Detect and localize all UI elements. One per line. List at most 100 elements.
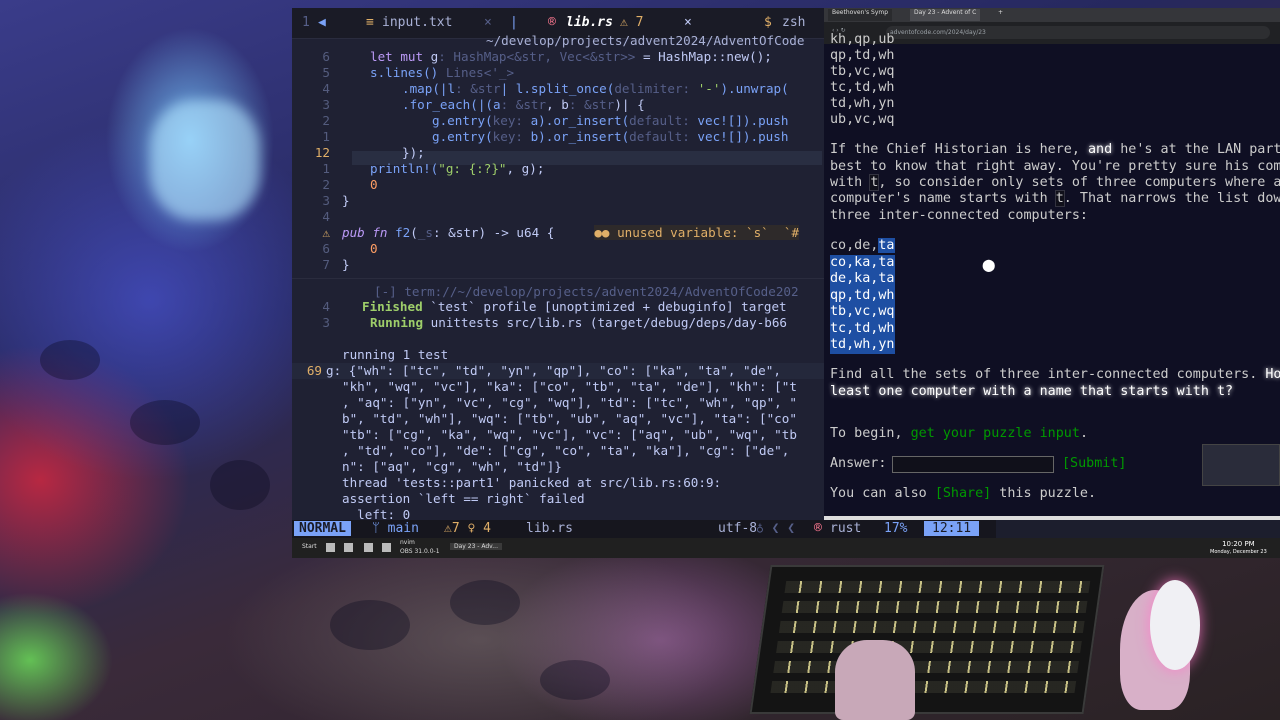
selected-code-line: qp,td,wh — [830, 288, 895, 305]
mode-indicator: NORMAL — [294, 521, 351, 536]
split-divider — [292, 278, 824, 279]
terminal-icon[interactable] — [344, 543, 353, 552]
new-tab-icon[interactable]: + — [994, 9, 1007, 21]
filetype-icons: ♁ ❮ ❮ — [756, 521, 796, 536]
browser-tabbar: Beethoven's Symp Day 23 - Advent of C + — [824, 8, 1280, 22]
statusline-right: ♁ ❮ ❮ ® rust 17% 12:11 — [756, 520, 996, 538]
paragraph-line: If the Chief Historian is here, and he's… — [830, 142, 1280, 157]
taskbar-app-obs[interactable]: OBS 31.0.0-1 — [400, 548, 440, 555]
paragraph-line: computer's name starts with t. That narr… — [830, 190, 1280, 207]
paragraph-line: three inter-connected computers: — [830, 208, 1088, 223]
rug-texture — [130, 400, 200, 445]
tab-number: 1 — [302, 15, 310, 30]
selected-code-line: td,wh,yn — [830, 337, 895, 354]
app-icon[interactable] — [382, 543, 391, 552]
code-line: 6 let mut g: HashMap<&str, Vec<&str>> = H… — [322, 49, 772, 64]
code-line: 4 .map(|l: &str| l.split_once(delimiter: … — [322, 81, 789, 96]
code-line: 2 g.entry(key: a).or_insert(default: vec!… — [322, 113, 789, 128]
output-line: "tb": ["cg", "ka", "wq", "vc"], "vc": ["… — [342, 427, 797, 442]
rust-icon: ® — [814, 521, 822, 536]
close-icon[interactable]: × — [484, 15, 492, 30]
rug-texture — [540, 660, 610, 700]
browser-icon[interactable] — [364, 543, 373, 552]
url-input[interactable]: adventofcode.com/2024/day/23 — [886, 26, 1270, 39]
taskbar: Start nvim OBS 31.0.0-1 Day 23 - Adv... … — [292, 538, 1280, 558]
taskbar-app-nvim[interactable]: nvim — [400, 539, 415, 546]
diagnostic-warning: ●● unused variable: `s` `# — [594, 225, 800, 240]
left-hand — [835, 640, 915, 720]
selected-code-line: tb,vc,wq — [830, 304, 895, 321]
paragraph-line: Find all the sets of three inter-connect… — [830, 367, 1280, 382]
encoding: utf-8 — [718, 521, 758, 536]
output-line-current: 69 g: {"wh": ["tc", "td", "yn", "qp"], "c… — [292, 363, 824, 379]
code-line: 1 println!("g: {:?}", g); — [322, 161, 545, 176]
selected-code-line: co,ka,ta — [830, 255, 895, 272]
output-line: 3 Running unittests src/lib.rs (target/de… — [322, 315, 788, 330]
back-icon[interactable]: ◀ — [318, 15, 326, 30]
tab-input-txt[interactable]: input.txt — [382, 15, 452, 30]
close-icon[interactable]: × — [684, 15, 692, 30]
diagnostics-count: ⚠7 ♀ 4 — [444, 521, 491, 536]
share-link[interactable]: [Share] — [935, 486, 991, 501]
code-line: 4 — [322, 209, 330, 224]
browser-tab[interactable]: Beethoven's Symp — [828, 9, 893, 21]
explorer-icon[interactable] — [326, 543, 335, 552]
output-line: running 1 test — [342, 347, 449, 362]
clock-date: Monday, December 23 — [1210, 549, 1267, 555]
rug-texture — [40, 340, 100, 380]
output-line: thread 'tests::part1' panicked at src/li… — [342, 475, 722, 490]
paragraph-line: least one computer with a name that star… — [830, 384, 1234, 399]
tab-separator: | — [510, 15, 518, 30]
path-breadcrumb: ~/develop/projects/advent2024/AdventOfCo… — [486, 33, 805, 48]
output-line: 4 Finished `test` profile [unoptimized + … — [322, 299, 787, 314]
light-glow — [150, 100, 260, 220]
tab-lib-rs[interactable]: lib.rs — [566, 15, 613, 30]
terminal-window: 1 ◀ ≡ input.txt × | ® lib.rs ⚠ 7 × $ zsh… — [292, 8, 824, 538]
output-line: assertion `left == right` failed — [342, 491, 585, 506]
clock-time: 10:20 PM — [1222, 540, 1255, 548]
code-line: tb,vc,wq — [830, 64, 895, 79]
mouse-cursor-icon: ⬤ — [982, 258, 996, 272]
term-header: [-] term://~/develop/projects/advent2024… — [374, 284, 799, 299]
code-line: 7} — [322, 257, 350, 272]
submit-button[interactable]: [Submit] — [1062, 456, 1127, 473]
selected-code-line: de,ka,ta — [830, 271, 895, 288]
tab-warning-count: ⚠ 7 — [620, 15, 644, 30]
output-line: "kh", "wq", "vc"], "ka": ["co", "tb", "t… — [342, 379, 797, 394]
code-line: tc,td,wh — [830, 80, 895, 95]
code-line: 3 .for_each(|(a: &str, b: &str)| { — [322, 97, 645, 112]
output-line: b", "td", "wh"], "wq": ["tb", "ub", "aq"… — [342, 411, 797, 426]
git-branch: ᛘ main — [372, 521, 419, 536]
preview-thumbnail — [1202, 444, 1280, 486]
rug-texture — [330, 600, 410, 650]
rug-texture — [210, 460, 270, 510]
rug-texture — [450, 580, 520, 625]
code-line: ⚠ pub fn f2(_s: &str) -> u64 {●● unused v… — [322, 225, 800, 240]
keyboard — [749, 565, 1105, 714]
paragraph-line: with t, so consider only sets of three c… — [830, 174, 1280, 191]
code-line: td,wh,yn — [830, 96, 895, 111]
file-name: lib.rs — [526, 521, 573, 536]
code-line: 1 g.entry(key: b).or_insert(default: vec!… — [322, 129, 789, 144]
begin-line: To begin, get your puzzle input. — [830, 426, 1088, 441]
puzzle-input-link[interactable]: get your puzzle input — [911, 426, 1080, 441]
paragraph-line: best to know that right away. You're pre… — [830, 159, 1280, 174]
taskbar-app-browser[interactable]: Day 23 - Adv... — [450, 543, 502, 550]
rust-icon: ® — [548, 15, 556, 30]
output-line: , "aq": ["yn", "vc", "cg", "wq"], "td": … — [342, 395, 797, 410]
output-line: , "td", "co"], "de": ["cg", "co", "ta", … — [342, 443, 790, 458]
browser-tab-active[interactable]: Day 23 - Advent of C — [910, 9, 981, 21]
selected-code-line: co,de,ta — [830, 238, 895, 253]
file-icon: ≡ — [366, 15, 374, 30]
tab-zsh[interactable]: zsh — [782, 15, 805, 30]
scroll-percent: 17% — [884, 521, 908, 536]
code-line: 20 — [322, 177, 378, 192]
browser-window: Beethoven's Symp Day 23 - Advent of C + … — [824, 8, 1280, 520]
share-line: You can also [Share] this puzzle. — [830, 486, 1097, 501]
terminal-icon: $ — [764, 15, 772, 30]
output-line: n": ["aq", "cg", "wh", "td"]} — [342, 459, 562, 474]
code-line: 3} — [322, 193, 350, 208]
language: rust — [830, 521, 862, 536]
start-button[interactable]: Start — [302, 543, 317, 550]
answer-input[interactable] — [892, 456, 1054, 473]
